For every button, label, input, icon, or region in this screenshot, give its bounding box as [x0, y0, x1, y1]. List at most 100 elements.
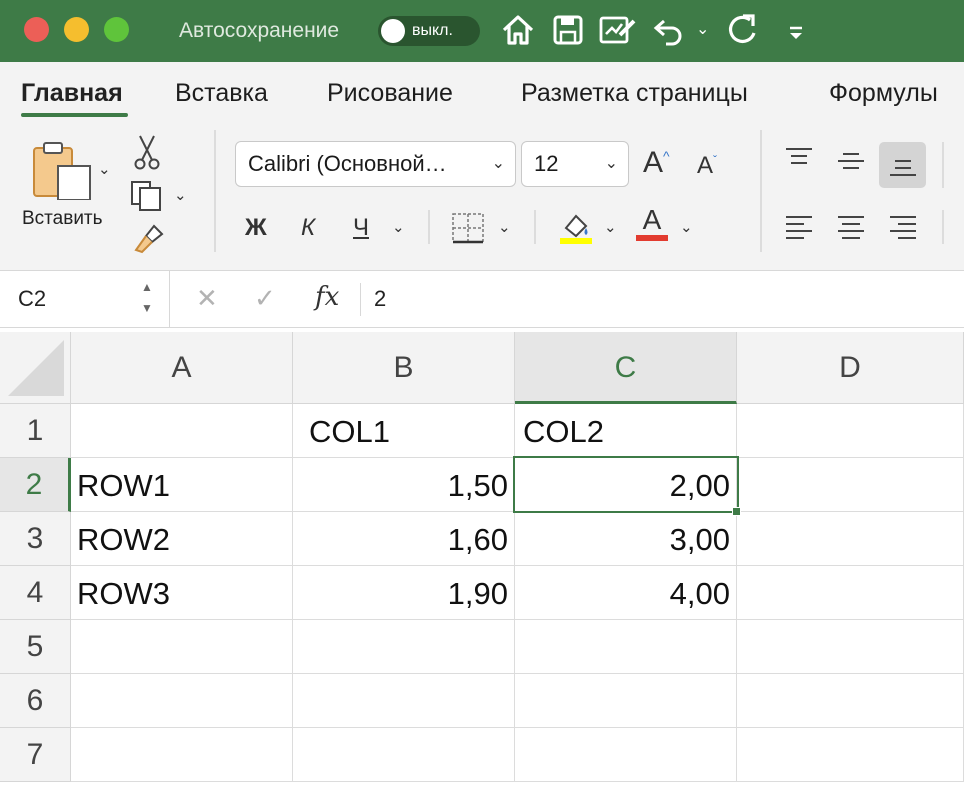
cell-d4[interactable]: [737, 566, 964, 620]
increase-font-letter: A: [643, 146, 664, 179]
home-icon[interactable]: [500, 13, 536, 47]
column-header-c[interactable]: C: [515, 332, 737, 404]
cell-d7[interactable]: [737, 728, 964, 782]
cell-a5[interactable]: [71, 620, 293, 674]
bold-button[interactable]: Ж: [245, 214, 267, 242]
cell-a3[interactable]: ROW2: [71, 512, 293, 566]
cell-d3[interactable]: [737, 512, 964, 566]
underline-dropdown-icon[interactable]: ⌄: [392, 218, 405, 236]
align-left-icon[interactable]: [784, 214, 814, 247]
ribbon-divider: [214, 130, 216, 252]
cell-c3[interactable]: 3,00: [515, 512, 737, 566]
increase-font-button[interactable]: A^: [643, 146, 670, 180]
cancel-icon[interactable]: ✕: [196, 283, 218, 314]
cell-a4[interactable]: ROW3: [71, 566, 293, 620]
column-header-b[interactable]: B: [293, 332, 515, 404]
italic-button[interactable]: К: [301, 214, 315, 242]
tab-draw[interactable]: Рисование: [327, 79, 453, 108]
cut-icon[interactable]: [134, 134, 160, 175]
cell-c2[interactable]: 2,00: [515, 458, 737, 512]
chevron-down-icon: ⌄: [604, 155, 618, 172]
autosave-toggle[interactable]: выкл.: [378, 16, 480, 46]
row-header-4[interactable]: 4: [0, 566, 71, 620]
fill-color-dropdown-icon[interactable]: ⌄: [604, 218, 617, 236]
ribbon: Главная Вставка Рисование Разметка стран…: [0, 62, 964, 271]
tab-formulas[interactable]: Формулы: [829, 79, 938, 108]
decrease-font-button[interactable]: Aˇ: [697, 152, 717, 180]
row-header-7[interactable]: 7: [0, 728, 71, 782]
name-box[interactable]: C2 ▲ ▼: [0, 271, 170, 327]
undo-icon[interactable]: [652, 13, 686, 47]
align-top-icon[interactable]: [784, 146, 814, 175]
align-bottom-button[interactable]: [879, 142, 926, 188]
cell-a6[interactable]: [71, 674, 293, 728]
format-painter-icon[interactable]: [132, 222, 166, 259]
undo-dropdown-icon[interactable]: ⌄: [696, 13, 709, 47]
cell-d6[interactable]: [737, 674, 964, 728]
font-size-select[interactable]: 12 ⌄: [521, 141, 629, 187]
row-header-1[interactable]: 1: [0, 404, 71, 458]
fill-handle[interactable]: [732, 507, 741, 516]
row-header-3[interactable]: 3: [0, 512, 71, 566]
tab-page-layout[interactable]: Разметка страницы: [521, 79, 748, 108]
cell-d5[interactable]: [737, 620, 964, 674]
cell-reference: C2: [18, 286, 47, 311]
row-header-5[interactable]: 5: [0, 620, 71, 674]
fill-color-icon[interactable]: [558, 208, 594, 249]
cell-c5[interactable]: [515, 620, 737, 674]
cell-b6[interactable]: [293, 674, 515, 728]
cell-a7[interactable]: [71, 728, 293, 782]
formula-input[interactable]: 2: [374, 286, 386, 312]
borders-icon[interactable]: [451, 212, 485, 249]
cell-a2[interactable]: ROW1: [71, 458, 293, 512]
redo-icon[interactable]: [726, 13, 760, 47]
align-middle-icon[interactable]: [836, 150, 866, 179]
save-icon[interactable]: [552, 13, 584, 47]
align-center-icon[interactable]: [836, 214, 866, 247]
close-window-button[interactable]: [24, 17, 49, 42]
font-name-select[interactable]: Calibri (Основной… ⌄: [235, 141, 516, 187]
name-box-stepper-icon[interactable]: ▲ ▼: [141, 277, 153, 319]
cell-d1[interactable]: [737, 404, 964, 458]
zoom-window-button[interactable]: [104, 17, 129, 42]
chevron-down-icon: ⌄: [491, 155, 505, 172]
cell-a1[interactable]: [71, 404, 293, 458]
font-color-dropdown-icon[interactable]: ⌄: [680, 218, 693, 236]
column-header-a[interactable]: A: [71, 332, 293, 404]
copy-icon[interactable]: [130, 180, 164, 217]
cell-b4[interactable]: 1,90: [293, 566, 515, 620]
cell-b5[interactable]: [293, 620, 515, 674]
align-right-icon[interactable]: [888, 214, 918, 247]
cell-b3[interactable]: 1,60: [293, 512, 515, 566]
minimize-window-button[interactable]: [64, 17, 89, 42]
edit-document-icon[interactable]: [598, 13, 638, 47]
paste-icon[interactable]: [30, 140, 96, 205]
tab-home[interactable]: Главная: [21, 79, 123, 108]
cell-b2[interactable]: 1,50: [293, 458, 515, 512]
cell-d2[interactable]: [737, 458, 964, 512]
enter-icon[interactable]: ✓: [254, 283, 276, 314]
ribbon-divider: [534, 210, 536, 244]
borders-dropdown-icon[interactable]: ⌄: [498, 218, 511, 236]
cell-c4[interactable]: 4,00: [515, 566, 737, 620]
paste-dropdown-icon[interactable]: ⌄: [98, 160, 111, 178]
column-header-d[interactable]: D: [737, 332, 964, 404]
cell-c7[interactable]: [515, 728, 737, 782]
font-color-icon[interactable]: A: [636, 205, 668, 241]
row-header-6[interactable]: 6: [0, 674, 71, 728]
cell-b1[interactable]: COL1: [293, 404, 515, 458]
cell-c1[interactable]: COL2: [515, 404, 737, 458]
title-bar: Автосохранение выкл. ⌄: [0, 0, 964, 62]
cell-b7[interactable]: [293, 728, 515, 782]
underline-button[interactable]: Ч: [353, 214, 369, 242]
decrease-font-letter: A: [697, 152, 714, 179]
select-all-button[interactable]: [0, 332, 71, 404]
tab-insert[interactable]: Вставка: [175, 79, 268, 108]
customize-toolbar-icon[interactable]: [786, 13, 806, 47]
insert-function-button[interactable]: fx: [315, 282, 339, 312]
copy-dropdown-icon[interactable]: ⌄: [174, 186, 187, 204]
row-header-2[interactable]: 2: [0, 458, 71, 512]
ribbon-divider: [942, 142, 944, 188]
cell-c6[interactable]: [515, 674, 737, 728]
align-bottom-icon: [890, 160, 916, 176]
